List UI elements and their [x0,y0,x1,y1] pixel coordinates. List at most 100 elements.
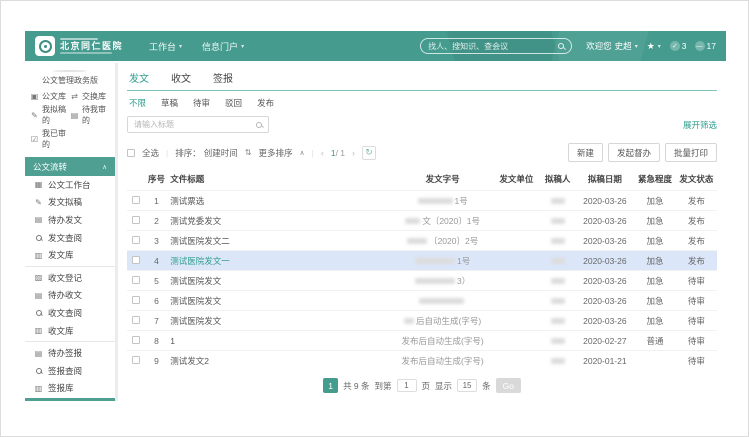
prev-page-icon[interactable]: ‹ [321,148,324,158]
table-row[interactable]: 9测试发文2发布后自动生成(字号)2020-01-21待审 [127,351,717,371]
doc-title[interactable]: 测试党委发文 [168,211,392,231]
page-1-button[interactable]: 1 [323,378,338,393]
row-checkbox[interactable] [132,256,140,264]
table-row[interactable]: 5测试医院发文3）2020-03-26加急待审 [127,271,717,291]
select-all-label[interactable]: 全选 [142,147,159,159]
draft-date: 2020-03-26 [575,251,634,271]
doc-title[interactable]: 测试票选 [168,191,392,211]
doc-title[interactable]: 测试发文2 [168,351,392,371]
select-all-checkbox[interactable] [127,149,135,157]
button-新建[interactable]: 新建 [568,143,603,162]
sidebar-item-签报查阅[interactable]: 签报查阅 [25,362,115,380]
row-checkbox[interactable] [132,296,140,304]
global-search-box[interactable] [420,38,572,54]
title-search-input[interactable] [134,120,256,129]
table-row[interactable]: 81发布后自动生成(字号)2020-02-27普通待审 [127,331,717,351]
quick-link-交换库[interactable]: ⇄交换库 [70,91,110,102]
filter-待审[interactable]: 待审 [193,97,210,109]
goto-page-input[interactable] [397,379,417,392]
filter-驳回[interactable]: 驳回 [225,97,242,109]
button-发起督办[interactable]: 发起督办 [608,143,660,162]
row-checkbox[interactable] [132,316,140,324]
expand-filter-link[interactable]: 展开筛选 [683,119,717,131]
refresh-icon[interactable]: ↻ [362,146,376,160]
row-checkbox[interactable] [132,336,140,344]
table-row[interactable]: 1测试票选1号2020-03-26加急发布 [127,191,717,211]
user-menu[interactable]: 欢迎您 史超 ▾ [586,40,638,52]
sidebar-item-收文登记[interactable]: ▨收文登记 [25,269,115,287]
sidebar-item-发文库[interactable]: ▥发文库 [25,246,115,264]
row-checkbox[interactable] [132,196,140,204]
search-icon[interactable] [256,122,262,128]
tab-发文[interactable]: 发文 [129,70,149,85]
quick-link-待我审的[interactable]: ▤待我审的 [70,104,110,126]
sidebar-item-待办收文[interactable]: ▤待办收文 [25,287,115,305]
next-page-icon[interactable]: › [352,148,355,158]
quick-link-我已审的[interactable]: ☑我已审的 [30,128,70,150]
sidebar-item-待办签报[interactable]: ▤待办签报 [25,344,115,362]
check-circle-badge[interactable]: ✓3 [670,41,687,51]
doc-unit [493,291,540,311]
row-checkbox[interactable] [132,236,140,244]
table-row[interactable]: 3测试医院发文二〔2020〕2号2020-03-26加急发布 [127,231,717,251]
sidebar-item-公文工作台[interactable]: ▦公文工作台 [25,176,115,194]
documents-table: 序号文件标题发文字号发文单位拟稿人拟稿日期紧急程度发文状态 1测试票选1号202… [127,168,717,370]
sidebar-section-公文流转[interactable]: 公文流转∧ [25,157,115,176]
table-row[interactable]: 4测试医院发文一1号2020-03-26加急发布 [127,251,717,271]
redacted-name [551,258,565,264]
chevron-up-icon[interactable]: ∧ [299,149,304,157]
sidebar-item-发文拟稿[interactable]: ✎发文拟稿 [25,194,115,212]
go-button[interactable]: Go [496,378,521,393]
col-发文字号: 发文字号 [392,168,492,191]
quick-link-我拟稿的[interactable]: ✎我拟稿的 [30,104,70,126]
sidebar-item-收文查阅[interactable]: 收文查阅 [25,304,115,322]
top-menu-工作台[interactable]: 工作台▾ [149,40,182,53]
row-checkbox[interactable] [132,356,140,364]
row-checkbox[interactable] [132,276,140,284]
drafter [540,311,575,331]
notification-badges: ✓3 —17 [670,41,716,51]
quick-link-公文库[interactable]: ▣公文库 [30,91,70,102]
draft-date: 2020-03-26 [575,211,634,231]
sidebar-item-label: 待办收文 [48,289,82,301]
sidebar-item-收文库[interactable]: ▥收文库 [25,322,115,340]
doc-number: 1号 [392,251,492,271]
filter-不限[interactable]: 不限 [129,97,146,109]
button-批量打印[interactable]: 批量打印 [665,143,717,162]
top-menu-信息门户[interactable]: 信息门户▾ [202,40,244,53]
table-row[interactable]: 2测试党委发文文〔2020〕1号2020-03-26加急发布 [127,211,717,231]
show-label: 显示 [435,380,452,392]
table-row[interactable]: 6测试医院发文2020-03-26加急待审 [127,291,717,311]
app-title: 公文管理政务版 [25,75,115,86]
doc-title[interactable]: 测试医院发文 [168,311,392,331]
filter-草稿[interactable]: 草稿 [161,97,178,109]
doc-title[interactable]: 测试医院发文 [168,271,392,291]
page-size-input[interactable] [457,379,477,392]
title-search-box[interactable] [127,116,269,133]
draft-date: 2020-03-26 [575,191,634,211]
favorites-menu[interactable]: ★ ▾ [647,41,661,52]
doc-title[interactable]: 测试医院发文 [168,291,392,311]
doc-title[interactable]: 测试医院发文二 [168,231,392,251]
tab-签报[interactable]: 签报 [213,70,233,85]
row-checkbox[interactable] [132,216,140,224]
toolbar-page-total: / 1 [336,148,345,158]
logo-subtitle-bottom [60,52,112,54]
global-search-input[interactable] [428,42,558,51]
doc-title[interactable]: 测试医院发文一 [168,251,392,271]
sidebar-item-待办发文[interactable]: ▤待办发文 [25,211,115,229]
filter-发布[interactable]: 发布 [257,97,274,109]
sort-direction-icon[interactable]: ⇅ [245,148,252,157]
sort-value[interactable]: 创建时间 [204,147,238,159]
sidebar-item-发文查阅[interactable]: 发文查阅 [25,229,115,247]
more-sort-link[interactable]: 更多排序 [258,147,292,159]
table-row[interactable]: 7测试医院发文后自动生成(字号)2020-03-26加急待审 [127,311,717,331]
redacted-name [551,338,565,344]
sidebar-section-公文交换[interactable]: 公文交换∨ [25,398,115,401]
search-icon[interactable] [558,43,564,49]
tab-收文[interactable]: 收文 [171,70,191,85]
sidebar-item-签报库[interactable]: ▥签报库 [25,380,115,398]
doc-title[interactable]: 1 [168,331,392,351]
redacted-text [415,258,455,264]
message-circle-badge[interactable]: —17 [695,41,716,51]
